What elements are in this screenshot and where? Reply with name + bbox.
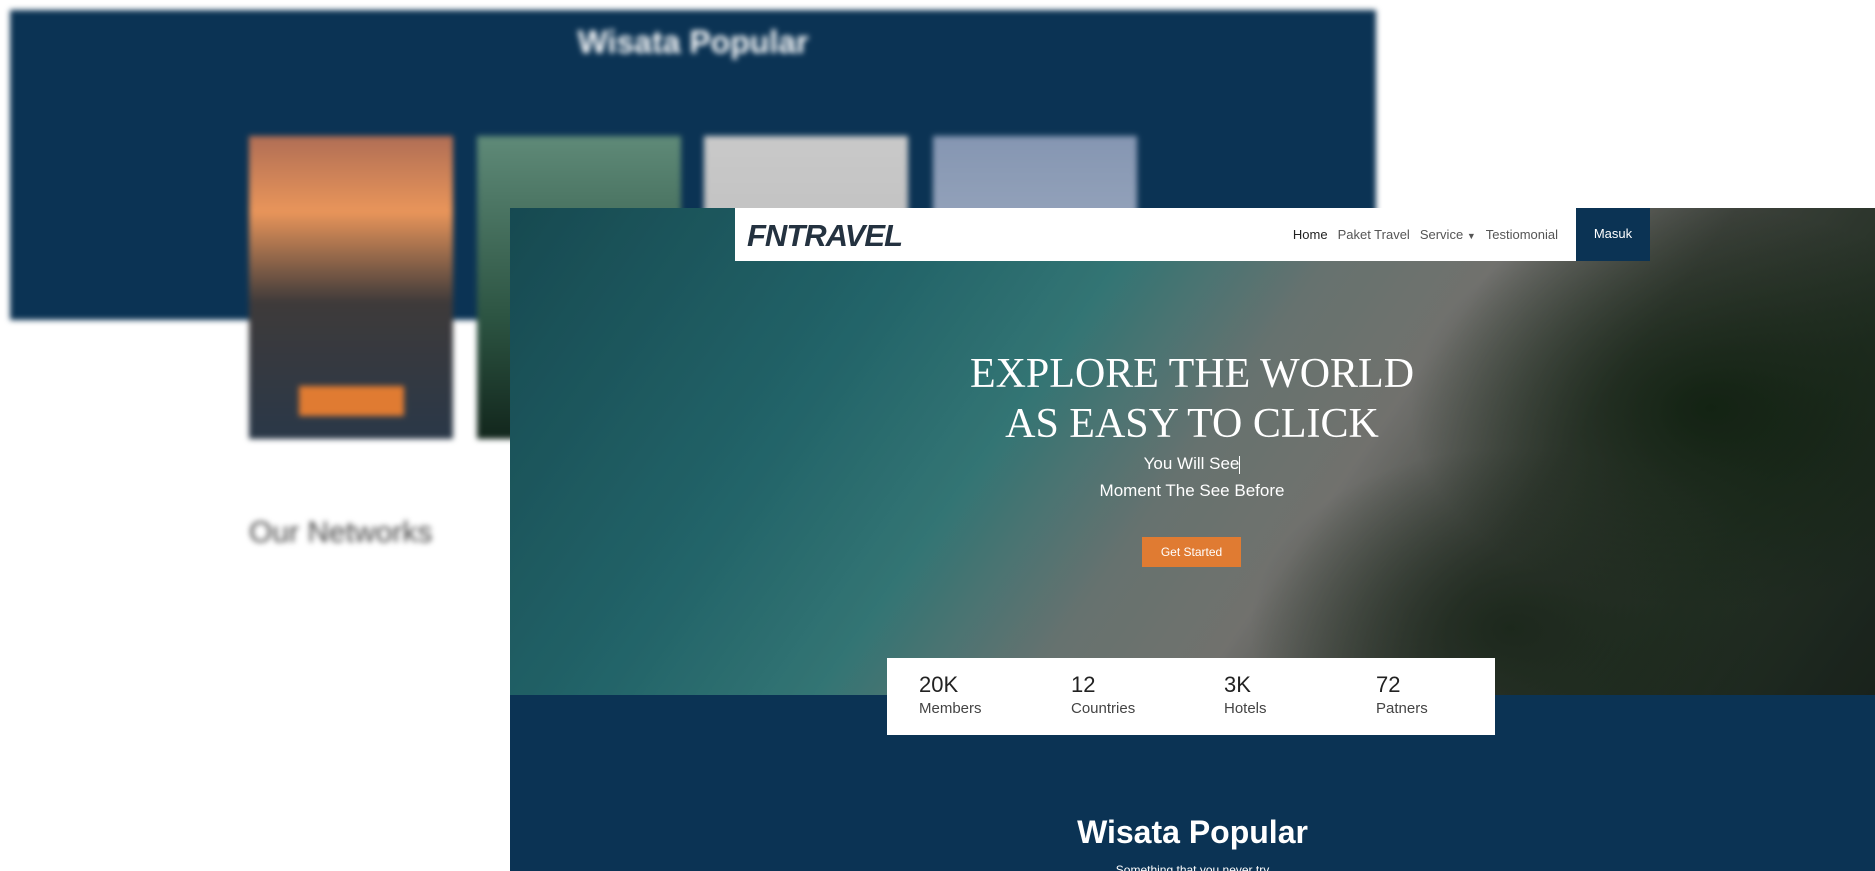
stat-members: 20K Members [919,672,982,717]
logo[interactable]: FNTRAVEL [747,218,903,254]
stat-value: 20K [919,672,959,697]
popular-subtitle: Something that you never try [1115,863,1270,871]
text-cursor [1239,455,1241,474]
stat-value: 12 [1071,672,1096,697]
nav-home[interactable]: Home [1293,227,1328,242]
caret-down-icon: ▼ [1466,231,1476,241]
nav-paket-travel[interactable]: Paket Travel [1338,227,1410,242]
stat-partners: 72 Patners [1376,672,1428,717]
hero-title-line1: EXPLORE THE WORLD [969,351,1415,397]
stat-label: Members [919,700,982,717]
popular-title: Wisata Popular [1077,814,1308,850]
nav-service[interactable]: Service ▼ [1420,227,1476,242]
stat-hotels: 3K Hotels [1224,672,1267,717]
stat-label: Countries [1071,700,1136,717]
background-card-button [299,386,404,416]
get-started-button[interactable]: Get Started [1142,537,1241,567]
typed-text: You Will See [1143,454,1240,473]
stat-value: 3K [1224,672,1251,697]
background-section-title: Wisata Popular [577,24,809,60]
nav-testimonial[interactable]: Testiomonial [1486,227,1558,242]
hero-title-line2: AS EASY TO CLICK [1005,401,1379,447]
nav-service-label: Service [1419,227,1464,242]
stat-label: Patners [1376,700,1428,717]
login-button[interactable]: Masuk [1576,208,1650,261]
stat-value: 72 [1376,672,1401,697]
background-card [249,136,453,439]
navbar: FNTRAVEL Home Paket Travel Service ▼ Tes… [735,208,1576,261]
stat-label: Hotels [1224,700,1267,717]
hero-subtitle-line1: You Will See [892,454,1492,474]
front-page: FNTRAVEL Home Paket Travel Service ▼ Tes… [510,208,1875,871]
background-networks-title: Our Networks [249,516,433,549]
stat-countries: 12 Countries [1071,672,1135,717]
hero-image [510,208,1875,695]
stats-box: 20K Members 12 Countries 3K Hotels 72 Patner… [887,658,1495,735]
hero-subtitle-line2: Moment The See Before [1099,481,1285,500]
